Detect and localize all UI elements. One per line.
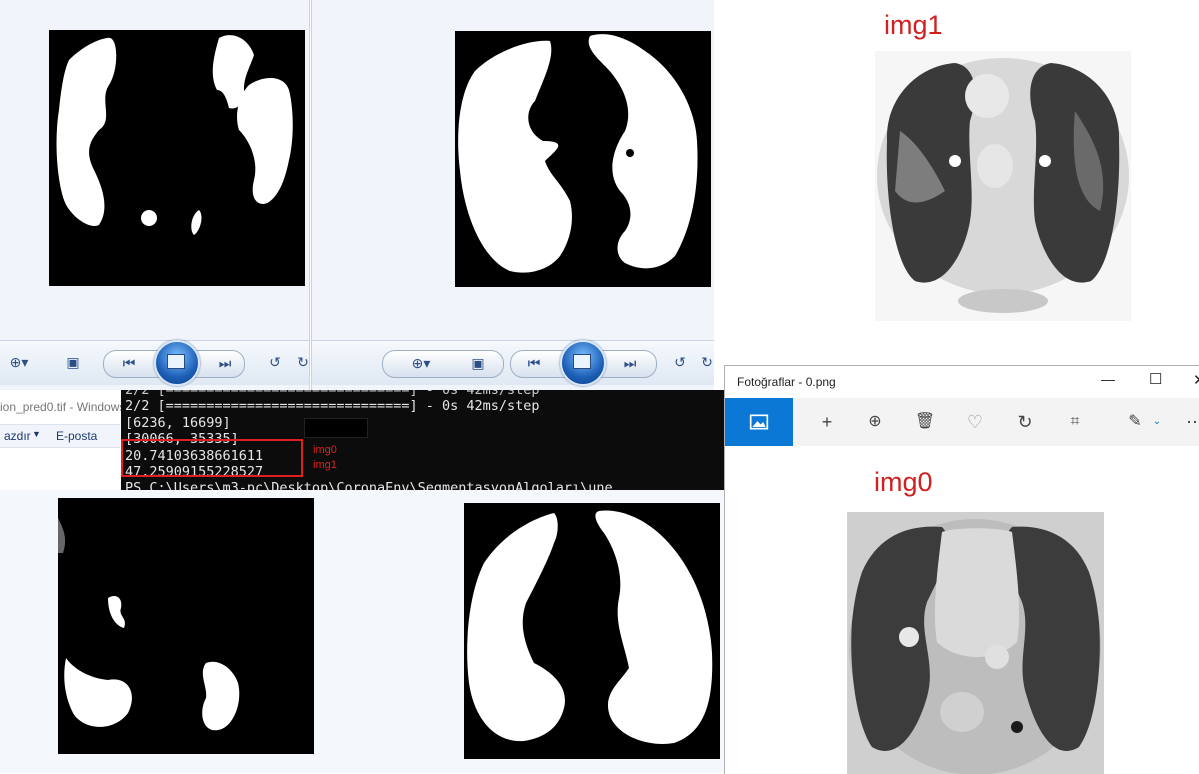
previous-icon[interactable]: ⏮ <box>521 351 547 375</box>
zoom-icon[interactable]: ⊕ <box>863 410 887 434</box>
edit-icon[interactable]: ✎ <box>1123 410 1147 434</box>
rotate-left-icon[interactable]: ↺ <box>262 350 288 374</box>
terminal-line: [6236, 16699] <box>125 414 231 431</box>
fit-window-icon[interactable]: ▣ <box>60 350 86 374</box>
chevron-down-icon[interactable]: ⌄ <box>1145 410 1169 434</box>
title-bar: Fotoğraflar - 0.png — ☐ ✕ <box>725 366 1199 398</box>
segmentation-mask-image-2 <box>58 498 314 754</box>
zoom-icon[interactable]: ⊕▾ <box>408 351 434 375</box>
rotate-left-icon[interactable]: ↺ <box>667 350 693 374</box>
slideshow-icon[interactable] <box>154 340 200 386</box>
plus-icon[interactable]: + <box>815 410 839 434</box>
terminal-line: 2/2 [==============================] - 0… <box>125 398 540 415</box>
crop-icon[interactable]: ⌗ <box>1063 410 1087 434</box>
viewer-toolbar: ⊕▾ ▣ ⏮ ⏭ ↺ ↻ <box>312 340 714 385</box>
lung-mask-image <box>455 31 711 287</box>
close-button[interactable]: ✕ <box>1193 371 1199 389</box>
redacted-block <box>304 418 368 438</box>
zoom-icon[interactable]: ⊕▾ <box>6 350 32 374</box>
window-title: ion_pred0.tif - Windows <box>0 400 126 414</box>
img0-annotation: img0 <box>313 444 337 456</box>
photos-app-window: Fotoğraflar - 0.png — ☐ ✕ + ⊕ 🗑 ♡ ↻ ⌗ ✎ … <box>724 365 1199 774</box>
viewer-top-left: ⊕▾ ▣ ⏮ ⏭ ↺ ↻ <box>0 0 310 390</box>
image-icon[interactable] <box>725 398 793 446</box>
previous-icon[interactable]: ⏮ <box>116 351 142 375</box>
menubar: azdır ▼ E-posta <box>0 424 120 448</box>
next-icon[interactable]: ⏭ <box>212 351 238 375</box>
img1-annotation: img1 <box>313 459 337 471</box>
chevron-down-icon[interactable]: ▼ <box>32 429 41 439</box>
highlight-box <box>121 439 303 477</box>
terminal-line: 2/2 [==============================] - 0… <box>125 390 540 398</box>
terminal-prompt[interactable]: PS C:\Users\m3-pc\Desktop\CoronaEnv\Segm… <box>121 480 725 490</box>
next-icon[interactable]: ⏭ <box>617 351 643 375</box>
ct-image-img0 <box>847 512 1104 774</box>
img0-label: img0 <box>874 467 933 497</box>
maximize-button[interactable]: ☐ <box>1149 370 1162 388</box>
lung-mask-image-2 <box>464 503 720 759</box>
viewer-top-middle: ⊕▾ ▣ ⏮ ⏭ ↺ ↻ <box>311 0 714 390</box>
ct-image-img1 <box>875 51 1131 321</box>
rotate-right-icon[interactable]: ↻ <box>694 350 720 374</box>
minimize-button[interactable]: — <box>1101 371 1115 387</box>
email-menu[interactable]: E-posta <box>56 429 97 443</box>
command-bar: + ⊕ 🗑 ♡ ↻ ⌗ ✎ ⌄ ⋯ <box>725 398 1199 446</box>
window-title: Fotoğraflar - 0.png <box>737 375 836 389</box>
fit-window-icon[interactable]: ▣ <box>465 351 491 375</box>
more-icon[interactable]: ⋯ <box>1183 410 1199 434</box>
img1-label: img1 <box>884 10 943 40</box>
rotate-icon[interactable]: ↻ <box>1013 410 1037 434</box>
heart-icon[interactable]: ♡ <box>963 410 987 434</box>
print-menu[interactable]: azdır <box>4 429 31 443</box>
delete-icon[interactable]: 🗑 <box>913 410 937 434</box>
segmentation-mask-image <box>49 30 305 286</box>
slideshow-icon[interactable] <box>560 340 606 386</box>
